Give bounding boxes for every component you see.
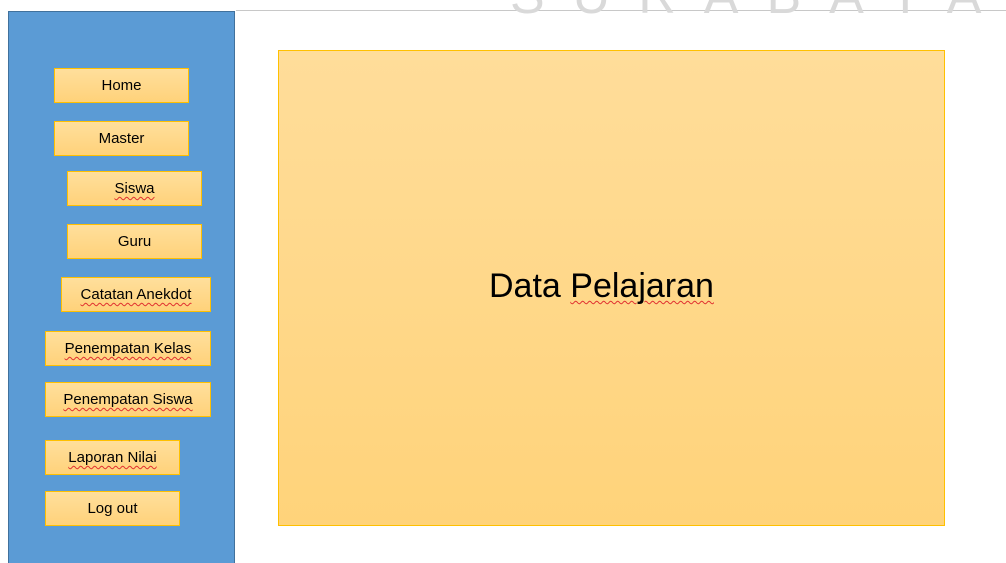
sidebar-item-label: Catatan Anekdot: [80, 286, 192, 303]
sidebar: Home Master Siswa Guru Catatan Anekdot P…: [8, 11, 235, 563]
sidebar-item-catatan-anekdot[interactable]: Catatan Anekdot: [61, 277, 211, 312]
sidebar-item-siswa[interactable]: Siswa: [67, 171, 202, 206]
sidebar-item-label: Laporan Nilai: [68, 449, 157, 466]
watermark-text: SURABAYA: [510, 0, 1006, 26]
sidebar-item-label: Guru: [117, 233, 152, 250]
page-title-word: Pelajaran: [570, 267, 714, 305]
sidebar-item-penempatan-kelas[interactable]: Penempatan Kelas: [45, 331, 211, 366]
sidebar-item-label: Master: [98, 130, 145, 147]
sidebar-item-label: Home: [101, 77, 142, 94]
sidebar-item-label: Log out: [87, 500, 138, 517]
sidebar-item-home[interactable]: Home: [54, 68, 189, 103]
sidebar-item-label: Penempatan Siswa: [63, 391, 193, 408]
sidebar-item-penempatan-siswa[interactable]: Penempatan Siswa: [45, 382, 211, 417]
content-panel: Data Pelajaran: [278, 50, 945, 526]
logout-button[interactable]: Log out: [45, 491, 180, 526]
page-title: Data Pelajaran: [489, 267, 714, 306]
sidebar-item-label: Siswa: [114, 180, 155, 197]
page-title-word: Data: [489, 267, 561, 305]
sidebar-item-label: Penempatan Kelas: [64, 340, 192, 357]
sidebar-item-guru[interactable]: Guru: [67, 224, 202, 259]
sidebar-item-laporan-nilai[interactable]: Laporan Nilai: [45, 440, 180, 475]
sidebar-item-master[interactable]: Master: [54, 121, 189, 156]
